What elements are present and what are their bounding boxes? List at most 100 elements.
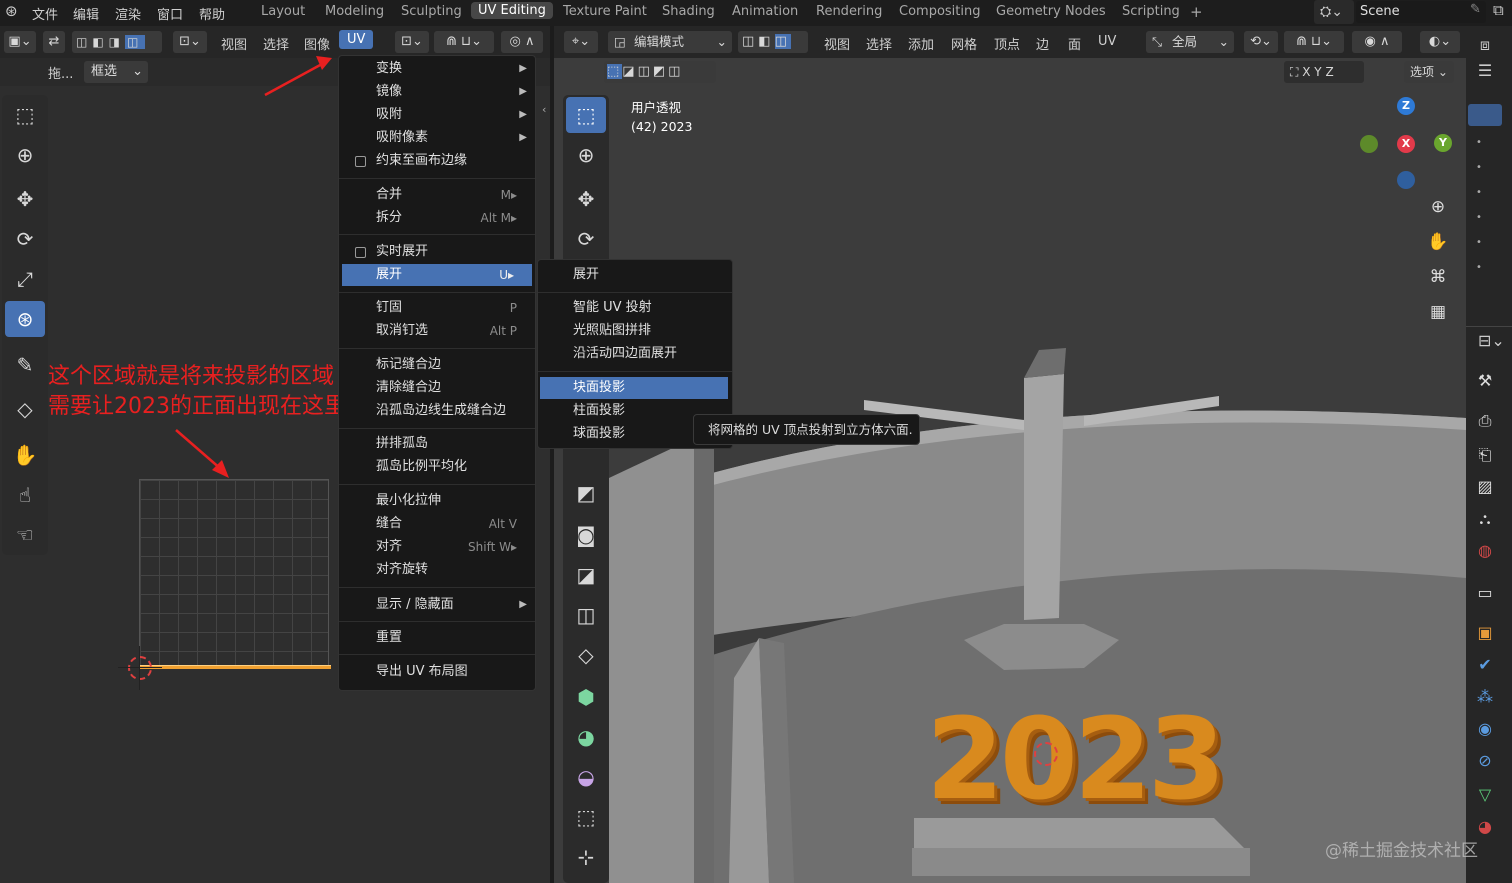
shear-tool-icon[interactable]: ⬚ (566, 799, 606, 835)
modifier-wrench-icon[interactable]: ✔ (1474, 654, 1496, 676)
menu-item-pin[interactable]: 钉固 P (339, 297, 535, 319)
3d-cursor-icon[interactable] (1034, 742, 1058, 766)
mesh-data-icon[interactable]: ▽ (1474, 784, 1496, 806)
output-properties-icon[interactable]: ⎗ (1474, 444, 1496, 466)
vp-menu-vertex[interactable]: 顶点 (994, 34, 1020, 53)
vp-menu-uv[interactable]: UV (1098, 34, 1116, 49)
poly-build-tool-icon[interactable]: ⬢ (566, 679, 606, 715)
vp-menu-mesh[interactable]: 网格 (951, 34, 977, 53)
axis-y-toggle[interactable]: Y (1314, 65, 1321, 79)
menu-item-mark-seam[interactable]: 标记缝合边 (339, 354, 535, 376)
grid-perspective-icon[interactable]: ▦ (1424, 298, 1452, 326)
properties-editor-icon[interactable]: ⧈ (1474, 34, 1496, 56)
3d-viewport[interactable]: 2023 (554, 58, 1466, 883)
camera-icon[interactable]: ⌘ (1424, 263, 1452, 291)
proportional-edit-icon[interactable]: ◉ ∧ (1352, 31, 1402, 53)
display-mode-icon[interactable]: ⊟⌄ (1478, 330, 1505, 352)
smooth-tool-icon[interactable]: ◒ (566, 759, 606, 795)
menu-item-mirror[interactable]: 镜像 ▶ (339, 81, 535, 103)
gizmo-neg-z-axis[interactable] (1397, 171, 1415, 189)
gizmo-x-axis[interactable]: X (1397, 135, 1415, 153)
submenu-item-follow-active-quads[interactable]: 沿活动四边面展开 (538, 343, 732, 365)
bevel-tool-icon[interactable]: ◪ (566, 557, 606, 593)
pan-hand-icon[interactable]: ✋ (1424, 228, 1452, 256)
gizmo-neg-y-axis[interactable] (1360, 135, 1378, 153)
menu-item-align-rotation[interactable]: 对齐旋转 (339, 559, 535, 581)
outliner-icon[interactable]: ☰ (1474, 60, 1496, 82)
transform-tool-icon[interactable]: ⊹ (566, 839, 606, 875)
menu-item-snap-pixels[interactable]: 吸附像素 ▶ (339, 127, 535, 149)
vp-menu-face[interactable]: 面 (1068, 34, 1081, 53)
physics-icon[interactable]: ◉ (1474, 718, 1496, 740)
axis-z-toggle[interactable]: Z (1325, 65, 1333, 79)
menu-item-transform[interactable]: 变换 ▶ (339, 58, 535, 80)
submenu-item-smart-uv-project[interactable]: 智能 UV 投射 (538, 297, 732, 319)
menu-item-unpin[interactable]: 取消钉选 Alt P (339, 320, 535, 342)
spin-tool-icon[interactable]: ◕ (566, 719, 606, 755)
checkbox[interactable] (355, 247, 366, 258)
visibility-icon[interactable]: ◐⌄ (1420, 31, 1460, 53)
zoom-icon[interactable]: ⊕ (1424, 193, 1452, 221)
orientation-value: 全局 (1172, 34, 1198, 49)
render-properties-icon[interactable]: ⎙ (1474, 410, 1496, 432)
editor-type-icon[interactable]: ⌖⌄ (564, 31, 598, 53)
vp-menu-add[interactable]: 添加 (908, 34, 934, 53)
pivot-icon[interactable]: ⟲⌄ (1244, 31, 1278, 53)
rotate-tool-icon[interactable]: ⟳ (566, 221, 606, 257)
menu-item-unwrap[interactable]: 展开 U▸ (342, 264, 532, 286)
move-tool-icon[interactable]: ✥ (566, 181, 606, 217)
snap-icon[interactable]: ⋒ ⊔⌄ (1284, 31, 1344, 53)
options-dropdown[interactable]: 选项 ⌄ (1404, 61, 1454, 83)
knife-tool-icon[interactable]: ◇ (566, 637, 606, 673)
menu-item-label: 显示 / 隐藏面 (376, 597, 454, 612)
loop-cut-tool-icon[interactable]: ◫ (566, 597, 606, 633)
menu-item-show-hide-faces[interactable]: 显示 / 隐藏面 ▶ (339, 594, 535, 616)
menu-item-seams-from-islands[interactable]: 沿孤岛边线生成缝合边 (339, 400, 535, 422)
extrude-tool-icon[interactable]: ◩ (566, 475, 606, 511)
submenu-arrow-icon: ▶ (519, 109, 527, 120)
menu-item-split[interactable]: 拆分 Alt M▸ (339, 207, 535, 229)
outliner-selected-row[interactable] (1468, 104, 1502, 126)
object-properties-icon[interactable]: ▣ (1474, 622, 1496, 644)
submenu-item-lightmap-pack[interactable]: 光照贴图拼排 (538, 320, 732, 342)
menu-item-stitch[interactable]: 缝合 Alt V (339, 513, 535, 535)
menu-item-live-unwrap[interactable]: 实时展开 (339, 241, 535, 263)
menu-item-merge[interactable]: 合并 M▸ (339, 184, 535, 206)
menu-item-minimize-stretch[interactable]: 最小化拉伸 (339, 490, 535, 512)
gizmo-y-axis[interactable]: Y (1434, 134, 1452, 152)
scene-2023-text[interactable]: 2023 (926, 704, 1226, 816)
vp-menu-select[interactable]: 选择 (866, 34, 892, 53)
cursor-tool-icon[interactable]: ⊕ (566, 137, 606, 173)
submenu-item-unwrap[interactable]: 展开 (538, 264, 732, 286)
select-box-tool-icon[interactable]: ⬚ (566, 97, 606, 133)
collapse-arrow-icon[interactable]: ‹ (542, 103, 546, 116)
constraints-icon[interactable]: ⊘ (1474, 750, 1496, 772)
orientation-dropdown[interactable]: ⤡ 全局 ⌄ (1146, 31, 1234, 53)
material-icon[interactable]: ◕ (1474, 816, 1496, 838)
menu-item-align[interactable]: 对齐 Shift W▸ (339, 536, 535, 558)
view-layer-icon[interactable]: ▨ (1474, 476, 1496, 498)
submenu-item-cube-projection[interactable]: 块面投影 (540, 377, 728, 399)
vp-menu-view[interactable]: 视图 (824, 34, 850, 53)
menu-item-reset[interactable]: 重置 (339, 627, 535, 649)
axis-x-toggle[interactable]: X (1302, 65, 1310, 79)
menu-item-clear-seam[interactable]: 清除缝合边 (339, 377, 535, 399)
gizmo-z-axis[interactable]: Z (1397, 97, 1415, 115)
mesh-select-mode-icons[interactable]: ◫◧◫ (738, 31, 808, 53)
tool-properties-icon[interactable]: ⚒ (1474, 370, 1496, 392)
select-mode-icons[interactable]: ⬚◪◫◩◫ (604, 61, 716, 83)
mode-dropdown[interactable]: ◲ 编辑模式 ⌄ (608, 31, 732, 53)
menu-item-export-uv-layout[interactable]: 导出 UV 布局图 (339, 661, 535, 683)
collection-icon[interactable]: ▭ (1474, 582, 1496, 604)
checkbox[interactable] (355, 156, 366, 167)
menu-item-average-islands-scale[interactable]: 孤岛比例平均化 (339, 456, 535, 478)
menu-item-pack-islands[interactable]: 拼排孤岛 (339, 433, 535, 455)
particles-icon[interactable]: ⁂ (1474, 686, 1496, 708)
mirror-axes[interactable]: ⛶ X Y Z (1284, 61, 1364, 83)
vp-menu-edge[interactable]: 边 (1036, 34, 1049, 53)
inset-tool-icon[interactable]: ◙ (566, 517, 606, 553)
menu-item-snap[interactable]: 吸附 ▶ (339, 104, 535, 126)
scene-properties-icon[interactable]: ⛬ (1474, 508, 1496, 530)
world-properties-icon[interactable]: ◍ (1474, 540, 1496, 562)
menu-item-constrain-bounds[interactable]: 约束至画布边缘 (339, 150, 535, 172)
